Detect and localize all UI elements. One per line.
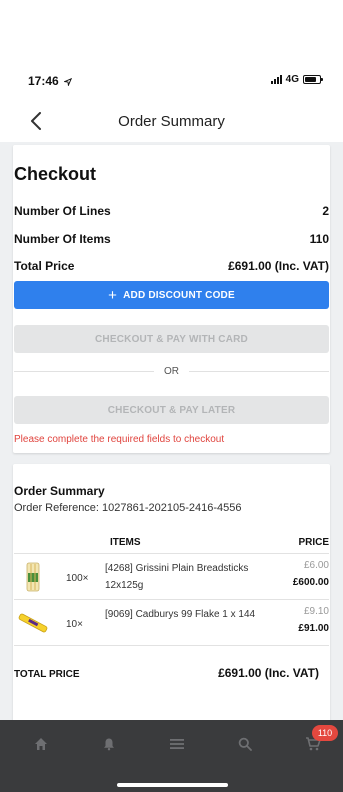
pay-later-label: CHECKOUT & PAY LATER (107, 404, 236, 416)
menu-icon (170, 739, 184, 749)
pay-with-card-label: CHECKOUT & PAY WITH CARD (95, 333, 248, 345)
or-divider: OR (14, 366, 329, 377)
content-area: Checkout Number Of Lines 2 Number Of Ite… (0, 142, 343, 792)
lines-value: 2 (322, 204, 329, 218)
total-price-label: Total Price (14, 259, 75, 273)
tab-home[interactable] (28, 733, 54, 755)
line-qty: 100× (66, 573, 89, 584)
network-label: 4G (285, 74, 299, 85)
divider-line-left (14, 371, 154, 372)
table-row: 100× [4268] Grissini Plain Breadsticks 1… (14, 554, 329, 600)
or-label: OR (164, 366, 179, 377)
nav-bar: Order Summary (0, 100, 343, 142)
location-arrow-icon (63, 77, 73, 87)
line-unit-price: £9.10 (303, 606, 329, 617)
status-indicators: 4G (270, 74, 323, 85)
checkout-pay-with-card-button[interactable]: CHECKOUT & PAY WITH CARD (14, 325, 329, 353)
order-total-value: £691.00 (Inc. VAT) (218, 666, 319, 680)
cart-badge: 110 (312, 725, 338, 741)
table-row: 10× [9069] Cadburys 99 Flake 1 x 144 £9.… (14, 600, 329, 646)
tab-bar (0, 720, 343, 792)
plus-icon: + (108, 286, 118, 304)
items-value: 110 (309, 232, 329, 246)
line-total: £600.00 (292, 577, 329, 588)
col-price: PRICE (298, 537, 329, 548)
line-qty: 10× (66, 619, 83, 630)
line-unit-price: £6.00 (303, 560, 329, 571)
tab-menu[interactable] (164, 733, 190, 755)
checkout-title: Checkout (14, 164, 97, 184)
bell-icon (104, 738, 114, 751)
breadsticks-icon (16, 560, 50, 594)
status-bar: 17:46 4G (0, 0, 343, 100)
number-of-lines-row: Number Of Lines 2 (14, 204, 329, 218)
status-time-text: 17:46 (28, 74, 59, 88)
checkout-pay-later-button[interactable]: CHECKOUT & PAY LATER (14, 396, 329, 424)
status-time: 17:46 (28, 74, 73, 88)
search-icon (238, 737, 252, 751)
lines-label: Number Of Lines (14, 204, 111, 218)
home-indicator (117, 783, 228, 787)
total-price-value: £691.00 (Inc. VAT) (228, 259, 329, 273)
order-total-label: TOTAL PRICE (14, 669, 80, 680)
page-title: Order Summary (118, 113, 225, 130)
line-total: £91.00 (298, 623, 329, 634)
line-name: [9069] Cadburys 99 Flake 1 x 144 (105, 609, 256, 620)
line-name: [4268] Grissini Plain Breadsticks 12x125… (105, 563, 249, 591)
divider-line-right (189, 371, 329, 372)
tab-notifications[interactable] (96, 733, 122, 755)
order-summary-title: Order Summary (14, 484, 105, 498)
signal-icon (270, 75, 282, 84)
home-icon (35, 738, 47, 750)
col-items: ITEMS (110, 537, 141, 548)
flake-icon (16, 606, 50, 640)
order-reference: Order Reference: 1027861-202105-2416-455… (14, 502, 242, 514)
tab-search[interactable] (232, 733, 258, 755)
add-discount-code-button[interactable]: + ADD DISCOUNT CODE (14, 281, 329, 309)
total-price-row: Total Price £691.00 (Inc. VAT) (14, 259, 329, 273)
items-table-header: ITEMS PRICE (14, 532, 329, 554)
items-label: Number Of Items (14, 232, 111, 246)
battery-icon (303, 75, 323, 84)
number-of-items-row: Number Of Items 110 (14, 232, 329, 246)
checkout-error-message: Please complete the required fields to c… (14, 434, 225, 445)
add-discount-code-label: ADD DISCOUNT CODE (123, 289, 235, 301)
order-total-row: TOTAL PRICE £691.00 (Inc. VAT) (14, 666, 329, 680)
